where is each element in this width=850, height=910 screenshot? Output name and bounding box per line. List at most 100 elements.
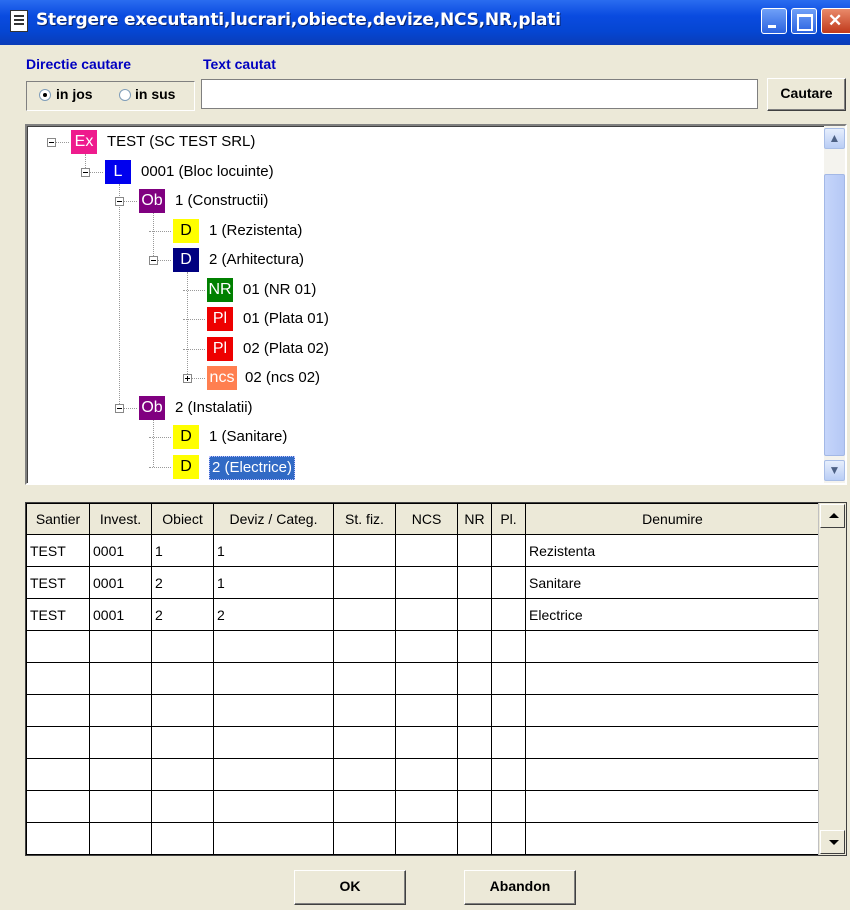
table-cell[interactable]: 0001: [89, 598, 152, 631]
tree-node-label[interactable]: 1 (Constructii): [175, 190, 268, 212]
tree-node-label[interactable]: 02 (Plata 02): [243, 338, 329, 360]
table-cell[interactable]: [89, 758, 152, 791]
tree-node-label[interactable]: 1 (Sanitare): [209, 426, 287, 448]
table-cell[interactable]: [395, 534, 458, 567]
table-cell[interactable]: Sanitare: [525, 566, 820, 599]
table-cell[interactable]: [151, 662, 214, 695]
table-cell[interactable]: [26, 758, 90, 791]
table-cell[interactable]: [151, 726, 214, 759]
table-cell[interactable]: [457, 694, 492, 727]
table-cell[interactable]: [395, 694, 458, 727]
table-cell[interactable]: [333, 662, 396, 695]
table-cell[interactable]: [26, 726, 90, 759]
table-row[interactable]: [26, 630, 820, 663]
table-cell[interactable]: [525, 726, 820, 759]
table-cell[interactable]: [89, 790, 152, 823]
table-cell[interactable]: [491, 822, 526, 855]
column-header[interactable]: St. fiz.: [333, 503, 396, 535]
table-cell[interactable]: [89, 726, 152, 759]
radio-down-label[interactable]: in jos: [56, 86, 93, 102]
table-cell[interactable]: [213, 758, 334, 791]
table-cell[interactable]: [333, 566, 396, 599]
table-cell[interactable]: [333, 534, 396, 567]
tree-node-label[interactable]: 0001 (Bloc locuinte): [141, 161, 274, 183]
table-cell[interactable]: [491, 598, 526, 631]
table-cell[interactable]: 0001: [89, 566, 152, 599]
table-row[interactable]: [26, 790, 820, 823]
collapse-icon[interactable]: [81, 167, 90, 177]
tree-node-label[interactable]: 02 (ncs 02): [245, 367, 320, 389]
table-cell[interactable]: [525, 790, 820, 823]
table-cell[interactable]: [26, 694, 90, 727]
table-cell[interactable]: 1: [213, 566, 334, 599]
results-grid[interactable]: Santier Invest. Obiect Deviz / Categ. St. fi…: [25, 502, 847, 856]
radio-down[interactable]: [39, 89, 51, 101]
table-cell[interactable]: [333, 790, 396, 823]
table-cell[interactable]: 2: [151, 598, 214, 631]
column-header[interactable]: NCS: [395, 503, 458, 535]
tree-scrollbar[interactable]: ▲ ▼: [824, 126, 845, 483]
table-cell[interactable]: [491, 694, 526, 727]
table-cell[interactable]: TEST: [26, 598, 90, 631]
table-cell[interactable]: [213, 790, 334, 823]
table-cell[interactable]: [395, 566, 458, 599]
grid-scrollbar[interactable]: [818, 503, 846, 855]
table-cell[interactable]: [151, 822, 214, 855]
table-cell[interactable]: [395, 630, 458, 663]
tree-node-label[interactable]: 2 (Electrice): [209, 455, 296, 480]
table-cell[interactable]: [26, 822, 90, 855]
table-row[interactable]: [26, 662, 820, 695]
scroll-thumb[interactable]: [824, 174, 845, 456]
collapse-icon[interactable]: [47, 138, 56, 147]
table-cell[interactable]: Rezistenta: [525, 534, 820, 567]
table-row[interactable]: [26, 822, 820, 855]
table-cell[interactable]: [151, 630, 214, 663]
table-cell[interactable]: [89, 662, 152, 695]
table-cell[interactable]: [395, 598, 458, 631]
table-cell[interactable]: 1: [213, 534, 334, 567]
table-cell[interactable]: [491, 630, 526, 663]
tree-view[interactable]: Ex TEST (SC TEST SRL) L 0001 (Bloc locuinte…: [25, 124, 847, 485]
table-cell[interactable]: [457, 598, 492, 631]
column-header[interactable]: Deviz / Categ.: [213, 503, 334, 535]
table-row[interactable]: [26, 758, 820, 791]
table-cell[interactable]: [89, 630, 152, 663]
table-cell[interactable]: [213, 662, 334, 695]
table-cell[interactable]: [457, 566, 492, 599]
column-header[interactable]: NR: [457, 503, 492, 535]
expand-icon[interactable]: [183, 374, 192, 383]
table-cell[interactable]: TEST: [26, 534, 90, 567]
tree-node-label[interactable]: 1 (Rezistenta): [209, 220, 302, 242]
table-cell[interactable]: [333, 822, 396, 855]
table-row[interactable]: [26, 694, 820, 727]
table-cell[interactable]: [525, 662, 820, 695]
table-cell[interactable]: [457, 822, 492, 855]
grid-scroll-down-icon[interactable]: [820, 830, 845, 854]
tree-node-label[interactable]: TEST (SC TEST SRL): [107, 131, 255, 153]
table-cell[interactable]: TEST: [26, 566, 90, 599]
table-cell[interactable]: [457, 726, 492, 759]
abandon-button[interactable]: Abandon: [464, 870, 576, 905]
table-cell[interactable]: [525, 822, 820, 855]
table-cell[interactable]: 2: [213, 598, 334, 631]
table-cell[interactable]: [457, 630, 492, 663]
table-cell[interactable]: [89, 694, 152, 727]
column-header[interactable]: Obiect: [151, 503, 214, 535]
table-cell[interactable]: [333, 694, 396, 727]
table-cell[interactable]: 0001: [89, 534, 152, 567]
table-cell[interactable]: [457, 534, 492, 567]
table-row[interactable]: TEST 0001 2 1 Sanitare: [26, 566, 820, 599]
radio-up-label[interactable]: in sus: [135, 86, 175, 102]
ok-button[interactable]: OK: [294, 870, 406, 905]
tree-node-label[interactable]: 01 (NR 01): [243, 279, 316, 301]
table-cell[interactable]: [213, 726, 334, 759]
table-cell[interactable]: [151, 790, 214, 823]
collapse-icon[interactable]: [115, 403, 124, 413]
table-cell[interactable]: [333, 630, 396, 663]
scroll-down-icon[interactable]: ▼: [824, 460, 845, 481]
table-cell[interactable]: [491, 726, 526, 759]
title-bar[interactable]: Stergere executanti,lucrari,obiecte,devi…: [0, 0, 850, 45]
table-cell[interactable]: [213, 694, 334, 727]
tree-node-label[interactable]: 2 (Instalatii): [175, 397, 253, 419]
radio-up[interactable]: [119, 89, 131, 101]
